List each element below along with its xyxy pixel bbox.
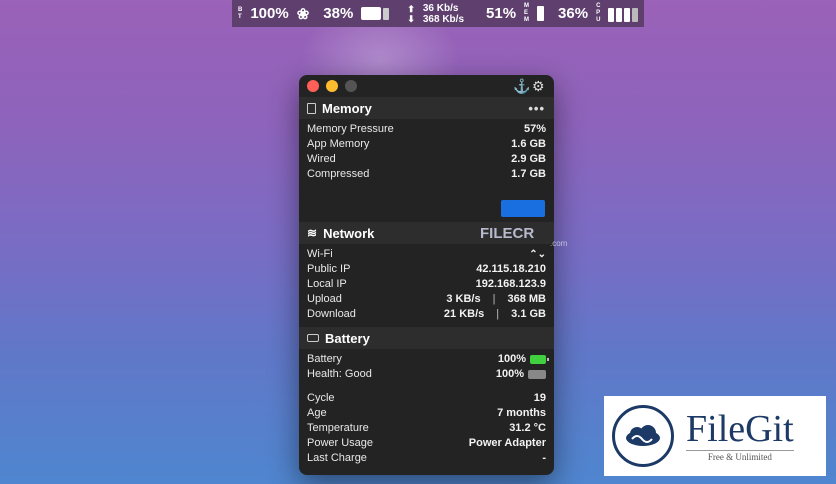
download-rate: 21 KB/s [443,308,485,320]
battery-health-icon [528,370,546,379]
zoom-button[interactable] [345,80,357,92]
battery-detail-row: Last Charge - [307,452,546,464]
upload-rate: 3 KB/s [446,293,481,305]
memory-row: Compressed 1.7 GB [307,168,546,180]
network-rates[interactable]: 36 Kb/s 368 Kb/s [423,3,464,25]
net-down-rate: 368 Kb/s [422,13,465,25]
public-ip-row: Public IP 42.115.18.210 [307,263,546,275]
filegit-name: FileGit [686,408,794,450]
upload-row: Upload 3 KB/s | 368 MB [307,293,546,305]
memory-row: Memory Pressure 57% [307,123,546,135]
sensor-icon: ❀ [296,5,310,23]
battery-row: Battery 100% [299,352,554,367]
battery-level-icon [530,355,549,364]
filecr-watermark: FILECR .com [480,225,568,248]
cpu-percent[interactable]: 38% [323,5,353,22]
window-titlebar: ⚓ ⚙ [299,75,554,97]
battery-menubar-icon [361,7,390,20]
wifi-row[interactable]: Wi-Fi ⌃⌄ [299,247,554,262]
memory-title: Memory [322,100,372,116]
network-arrows-icon: ⬆ ⬇ [407,3,415,24]
close-button[interactable] [307,80,319,92]
filegit-logo-icon [612,405,674,467]
battery-detail-row: Power Usage Power Adapter [307,437,546,449]
cpu-label: CPU [596,3,601,23]
memory-row: App Memory 1.6 GB [307,138,546,150]
battery-section-header: Battery [299,327,554,349]
memory-usage-chart [501,200,545,217]
gear-icon[interactable]: ⚙ [532,78,545,95]
battery-detail-row: Cycle 19 [307,392,546,404]
wifi-icon: ≋ [307,226,318,240]
separator: | [496,308,500,320]
cpu2-percent[interactable]: 36% [558,5,588,22]
upload-total: 368 MB [507,293,546,305]
net-up-rate: 36 Kb/s [422,2,459,14]
battery-health-row: Health: Good 100% [299,367,554,382]
stats-popup-window: ⚓ ⚙ Memory ••• Memory Pressure 57% App M… [299,75,554,475]
battery-detail-row: Temperature 31.2 °C [307,422,546,434]
separator: | [492,293,496,305]
battery-section-icon [307,334,319,342]
minimize-button[interactable] [326,80,338,92]
anchor-icon[interactable]: ⚓ [513,78,530,95]
filegit-watermark: FileGit Free & Unlimited [604,396,826,476]
chevron-updown-icon[interactable]: ⌃⌄ [529,247,546,262]
cpu-bars-icon [608,6,639,22]
memory-row: Wired 2.9 GB [307,153,546,165]
bt-label: BT [238,6,243,20]
memory-section-header: Memory ••• [299,97,554,119]
mem-bar-icon [537,6,545,21]
memory-chip-icon [307,102,316,114]
mem-percent[interactable]: 51% [486,5,516,22]
battery-title: Battery [325,330,370,346]
bt-percent[interactable]: 100% [250,5,288,22]
battery-detail-row: Age 7 months [307,407,546,419]
download-total: 3.1 GB [511,308,546,320]
local-ip-row: Local IP 192.168.123.9 [307,278,546,290]
download-row: Download 21 KB/s | 3.1 GB [307,308,546,320]
network-title: Network [323,225,375,241]
menubar-stats[interactable]: BT 100% ❀ 38% ⬆ ⬇ 36 Kb/s 368 Kb/s 51% ME… [232,0,644,27]
more-options-icon[interactable]: ••• [528,101,545,116]
mem-label: MEM [524,3,530,23]
filegit-tagline: Free & Unlimited [686,450,794,462]
